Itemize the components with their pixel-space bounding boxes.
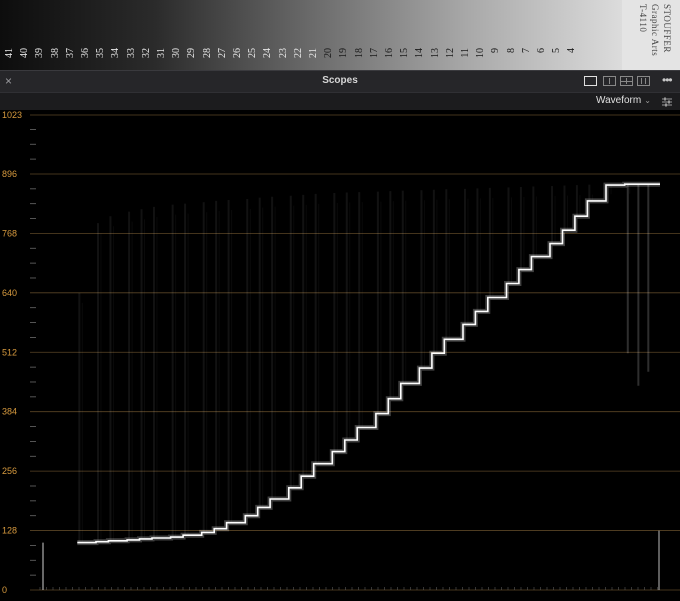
step-number: 8 — [505, 48, 517, 53]
step-number: 15 — [399, 48, 411, 58]
y-tick-label: 640 — [2, 288, 17, 298]
scope-mode-dropdown[interactable]: Waveform ⌄ — [596, 95, 651, 106]
step-number: 24 — [262, 48, 274, 58]
waveform-trace — [42, 181, 660, 590]
layout-quad-icon[interactable] — [620, 76, 633, 86]
step-number: 5 — [551, 48, 563, 53]
step-number: 37 — [64, 48, 76, 58]
step-number: 40 — [19, 48, 31, 58]
step-number: 13 — [429, 48, 441, 58]
step-number: 27 — [216, 48, 228, 58]
step-number: 21 — [308, 48, 319, 58]
step-wedge-image: 41 40 39 38 37 36 35 34 33 32 31 30 29 28 27 26 25 24 23 22… — [0, 0, 680, 70]
brand-line-1: STOUFFER — [662, 4, 672, 53]
step-number: 41 — [4, 48, 15, 58]
stouffer-brand-block: STOUFFER Graphic Arts T-4110 — [622, 0, 680, 70]
step-number: 25 — [247, 48, 259, 58]
step-number: 11 — [460, 48, 471, 58]
step-number: 18 — [353, 48, 365, 58]
scope-toolbar: Waveform ⌄ — [0, 92, 680, 110]
step-number: 4 — [566, 48, 578, 53]
step-number: 33 — [125, 48, 137, 58]
step-number: 36 — [80, 48, 91, 58]
panel-title: Scopes — [322, 75, 358, 86]
chevron-down-icon: ⌄ — [644, 96, 651, 105]
step-number: 23 — [277, 48, 289, 58]
step-number: 29 — [186, 48, 198, 58]
step-number: 19 — [338, 48, 350, 58]
step-number: 28 — [201, 48, 213, 58]
step-number: 30 — [171, 48, 183, 58]
scope-grid — [30, 114, 680, 591]
y-tick-label: 384 — [2, 407, 17, 417]
brand-line-3: T-4110 — [638, 4, 648, 33]
step-number: 35 — [95, 48, 107, 58]
settings-sliders-icon[interactable] — [661, 96, 673, 108]
step-number: 16 — [384, 48, 395, 58]
y-tick-label: 512 — [2, 347, 17, 357]
step-number: 14 — [414, 48, 426, 58]
waveform-scope: 0 128 256 384 512 640 768 896 1023 — [2, 110, 680, 595]
trace-line — [77, 183, 660, 544]
layout-single-icon[interactable] — [584, 76, 597, 86]
more-options-icon[interactable]: ••• — [662, 73, 673, 87]
scope-mode-label: Waveform — [596, 95, 642, 106]
trace-glow — [77, 181, 660, 546]
step-number: 22 — [292, 48, 304, 58]
step-number: 12 — [444, 48, 456, 58]
scope-minor-ticks — [30, 128, 658, 590]
step-number: 26 — [232, 48, 243, 58]
step-number: 20 — [323, 48, 335, 58]
step-number: 34 — [110, 48, 122, 58]
layout-triple-icon[interactable] — [637, 76, 650, 86]
step-number: 31 — [156, 48, 167, 58]
step-number: 7 — [520, 48, 532, 53]
y-tick-label: 896 — [2, 169, 17, 179]
y-tick-label: 128 — [2, 526, 17, 536]
step-number: 17 — [368, 48, 380, 58]
y-tick-label: 768 — [2, 228, 17, 238]
step-number: 9 — [490, 48, 502, 53]
y-tick-label: 1023 — [2, 110, 22, 120]
grayscale-gradient — [0, 0, 622, 70]
step-number: 32 — [140, 48, 152, 58]
panel-titlebar: × Scopes ••• — [0, 70, 680, 92]
step-number: 10 — [475, 48, 487, 58]
y-tick-label: 256 — [2, 466, 17, 476]
scope-axis-labels: 0 128 256 384 512 640 768 896 1023 — [2, 110, 22, 595]
y-tick-label: 0 — [2, 585, 7, 595]
step-number: 38 — [49, 48, 61, 58]
layout-dual-icon[interactable] — [603, 76, 616, 86]
step-number: 39 — [34, 48, 46, 58]
step-number: 6 — [536, 48, 547, 53]
brand-line-2: Graphic Arts — [650, 4, 660, 57]
